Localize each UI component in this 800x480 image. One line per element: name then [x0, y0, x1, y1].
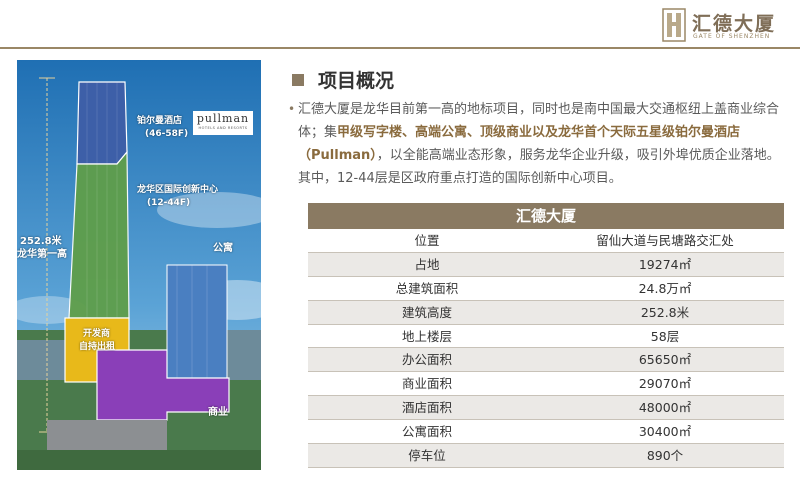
- height-note: 龙华第一高: [17, 249, 67, 260]
- table-cell-label: 地上楼层: [401, 328, 452, 344]
- table-row: 公寓面积 30400㎡: [308, 420, 784, 445]
- table-cell-value: 19274㎡: [638, 256, 692, 272]
- header-divider: [0, 47, 800, 49]
- brand-subtitle: GATE OF SHENZHEN: [693, 33, 771, 40]
- table-cell-value: 30400㎡: [638, 424, 692, 440]
- brand-logo: 汇德大厦 GATE OF SHENZHEN: [662, 6, 794, 44]
- apartment-tag: 公寓: [213, 243, 233, 254]
- table-cell-label: 酒店面积: [401, 400, 452, 416]
- table-cell-value: 24.8万㎡: [638, 280, 692, 296]
- table-cell-value: 65650㎡: [638, 352, 692, 368]
- intro-paragraph: • 汇德大厦是龙华目前第一高的地标项目，同时也是南中国最大交通枢纽上盖商业综合体…: [288, 98, 784, 190]
- building-photo: 铂尔曼酒店 (46-58F) pullman HOTELS AND RESORT…: [17, 60, 261, 470]
- bullet-icon: •: [288, 102, 296, 116]
- page-title: 项目概况: [318, 70, 395, 92]
- pullman-logo-word: pullman: [196, 112, 250, 125]
- table-cell-value: 29070㎡: [638, 376, 692, 392]
- developer-tag: 开发商: [83, 329, 111, 339]
- innovation-center-floors: (12-44F): [147, 198, 191, 208]
- table-title: 汇德大厦: [308, 203, 784, 229]
- table-cell-value: 留仙大道与民塘路交汇处: [596, 233, 734, 248]
- table-cell-label: 办公面积: [401, 352, 452, 368]
- table-cell-label: 公寓面积: [401, 424, 452, 440]
- developer-rent-tag: 自持出租: [79, 342, 116, 352]
- table-row: 位置 留仙大道与民塘路交汇处: [308, 229, 784, 253]
- table-row: 建筑高度 252.8米: [308, 300, 784, 325]
- pullman-logo: pullman HOTELS AND RESORTS: [193, 111, 253, 135]
- table-cell-label: 位置: [414, 233, 440, 248]
- table-body: 位置 留仙大道与民塘路交汇处占地 19274㎡总建筑面积 24.8万㎡建筑高度 252.…: [308, 229, 784, 468]
- table-cell-label: 总建筑面积: [395, 280, 459, 296]
- hotel-floors: (46-58F): [145, 129, 189, 139]
- commercial-tag: 商业: [208, 407, 228, 418]
- title-square-icon: [292, 74, 304, 86]
- table-cell-value: 58层: [650, 328, 680, 344]
- table-row: 总建筑面积 24.8万㎡: [308, 277, 784, 301]
- brand-name: 汇德大厦: [692, 13, 777, 35]
- table-cell-value: 252.8米: [640, 304, 690, 320]
- building-logo-icon: [662, 8, 686, 42]
- height-value: 252.8米: [20, 236, 62, 247]
- innovation-center-tag: 龙华区国际创新中心: [137, 185, 219, 195]
- table-row: 商业面积 29070㎡: [308, 372, 784, 397]
- table-row: 停车位 890个: [308, 444, 784, 468]
- table-cell-value: 890个: [646, 448, 684, 464]
- table-row: 办公面积 65650㎡: [308, 348, 784, 373]
- table-cell-label: 商业面积: [401, 376, 452, 392]
- table-row: 占地 19274㎡: [308, 252, 784, 277]
- table-row: 地上楼层 58层: [308, 325, 784, 349]
- hotel-tag: 铂尔曼酒店: [137, 116, 183, 126]
- table-row: 酒店面积 48000㎡: [308, 396, 784, 421]
- table-cell-label: 建筑高度: [401, 304, 452, 320]
- table-cell-label: 停车位: [408, 448, 446, 464]
- pullman-logo-sub: HOTELS AND RESORTS: [198, 126, 248, 130]
- table-cell-value: 48000㎡: [638, 400, 692, 416]
- table-cell-label: 占地: [414, 256, 440, 272]
- project-info-table: 汇德大厦 位置 留仙大道与民塘路交汇处占地 19274㎡总建筑面积 24.8万㎡建筑高…: [308, 203, 784, 468]
